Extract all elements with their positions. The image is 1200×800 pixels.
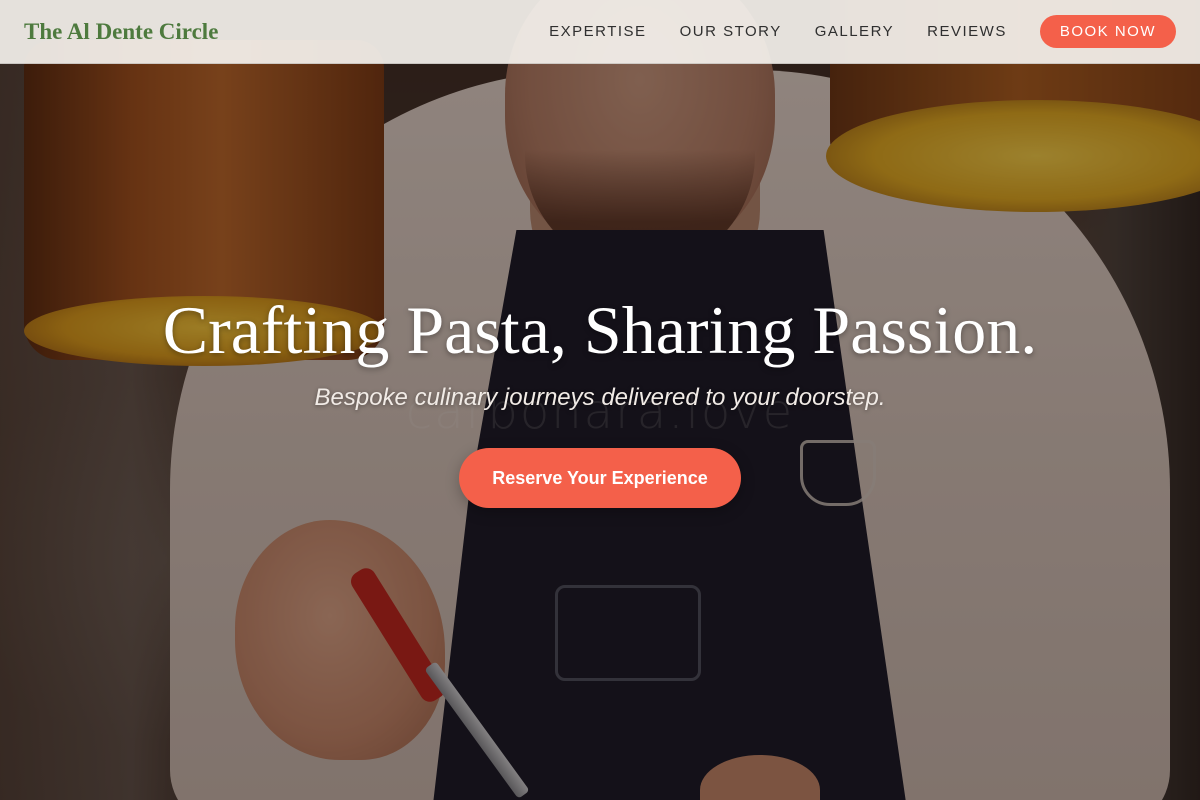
brand-logo[interactable]: The Al Dente Circle [24, 19, 218, 45]
book-now-button[interactable]: BOOK NOW [1039, 15, 1176, 48]
main-nav: EXPERTISE OUR STORY GALLERY REVIEWS BOOK… [549, 15, 1176, 48]
nav-link-expertise[interactable]: EXPERTISE [549, 23, 646, 40]
hero-section: Crafting Pasta, Sharing Passion. Bespoke… [0, 290, 1200, 508]
hero-subtitle: Bespoke culinary journeys delivered to y… [314, 384, 886, 411]
hero-title: Crafting Pasta, Sharing Passion. [162, 292, 1038, 368]
landing-page: carbonara.love The Al Dente Circle EXPER… [0, 0, 1200, 800]
nav-link-gallery[interactable]: GALLERY [815, 23, 894, 40]
nav-link-our-story[interactable]: OUR STORY [680, 23, 782, 40]
site-header: The Al Dente Circle EXPERTISE OUR STORY … [0, 0, 1200, 64]
nav-link-reviews[interactable]: REVIEWS [927, 23, 1007, 40]
reserve-experience-button[interactable]: Reserve Your Experience [459, 448, 741, 508]
